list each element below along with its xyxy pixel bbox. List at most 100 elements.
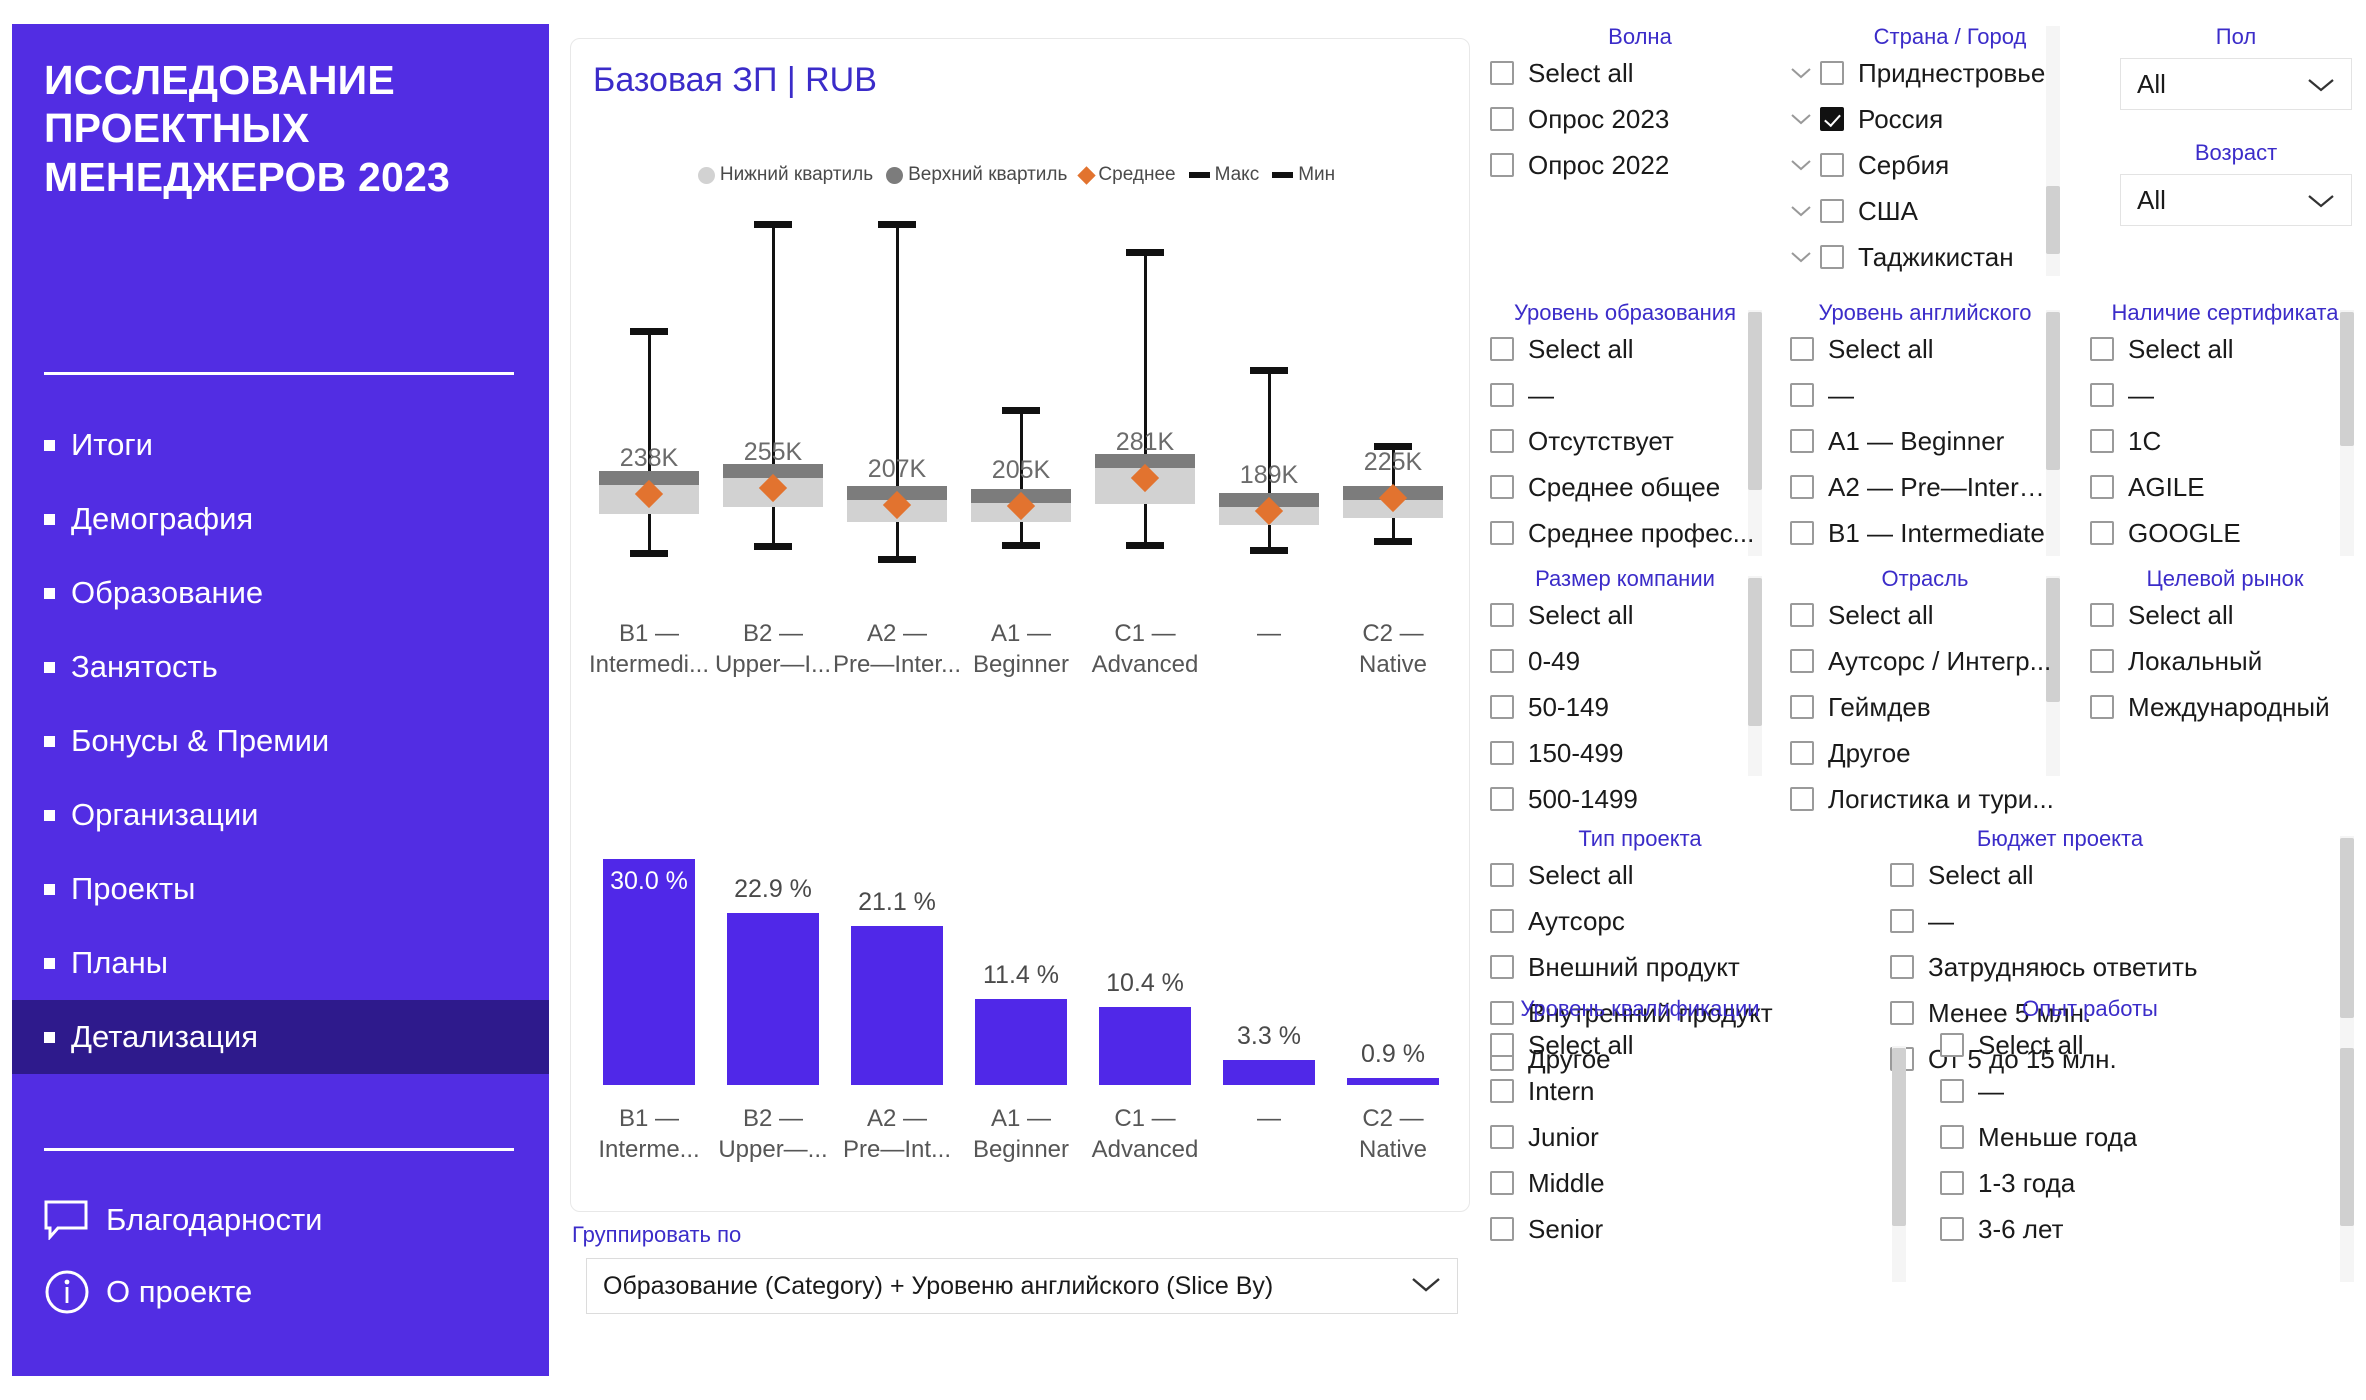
slicer-option-certificate-1[interactable]: Select all [2090,326,2360,372]
checkbox[interactable] [1790,787,1814,811]
checkbox[interactable] [1490,1033,1514,1057]
checkbox[interactable] [1490,649,1514,673]
checkbox[interactable] [1490,863,1514,887]
checkbox[interactable] [1490,603,1514,627]
slicer-option-certificate-4[interactable]: AGILE [2090,464,2360,510]
sidebar-item-8[interactable]: Планы [12,926,549,1000]
gender-dropdown[interactable]: All [2120,58,2352,110]
checkbox[interactable] [1790,603,1814,627]
sidebar-item-4[interactable]: Занятость [12,630,549,704]
chevron-down-icon[interactable] [1790,154,1820,177]
checkbox[interactable] [1490,1171,1514,1195]
checkbox[interactable] [2090,429,2114,453]
checkbox[interactable] [1490,909,1514,933]
sidebar-item-5[interactable]: Бонусы & Премии [12,704,549,778]
slicer-option-country-5[interactable]: Таджикистан [1790,234,2110,280]
slicer-option-english-2[interactable]: — [1790,372,2060,418]
slicer-option-industry-5[interactable]: Логистика и тури... [1790,776,2060,822]
boxplot-column[interactable]: 281K C1 — Advanced [1083,189,1207,849]
checkbox[interactable] [1490,695,1514,719]
slicer-option-education-1[interactable]: Select all [1490,326,1760,372]
legend-item-5[interactable]: Мин [1272,164,1335,186]
checkbox[interactable] [1490,429,1514,453]
checkbox[interactable] [1490,741,1514,765]
slicer-option-education-5[interactable]: Среднее профес... [1490,510,1760,556]
slicer-option-industry-1[interactable]: Select all [1790,592,2060,638]
slicer-option-certificate-5[interactable]: GOOGLE [2090,510,2360,556]
checkbox[interactable] [1890,863,1914,887]
slicer-option-qualification-4[interactable]: Middle [1490,1160,1790,1206]
slicer-option-company_size-2[interactable]: 0-49 [1490,638,1760,684]
checkbox[interactable] [1890,1001,1914,1025]
checkbox[interactable] [2090,337,2114,361]
scrollbar-thumb[interactable] [2340,1048,2354,1226]
checkbox[interactable] [1790,337,1814,361]
slicer-option-english-3[interactable]: A1 — Beginner [1790,418,2060,464]
checkbox[interactable] [2090,475,2114,499]
sidebar-item-6[interactable]: Организации [12,778,549,852]
slicer-option-project_type-3[interactable]: Внешний продукт [1490,944,1790,990]
checkbox[interactable] [1820,199,1844,223]
slicer-option-target_market-2[interactable]: Локальный [2090,638,2360,684]
slicer-option-country-2[interactable]: Россия [1790,96,2110,142]
checkbox[interactable] [2090,603,2114,627]
sidebar-item-acknowledgements[interactable]: Благодарности [34,1184,534,1256]
chevron-down-icon[interactable] [1790,246,1820,269]
checkbox[interactable] [2090,649,2114,673]
checkbox[interactable] [1790,521,1814,545]
sidebar-item-3[interactable]: Образование [12,556,549,630]
sidebar-item-9[interactable]: Детализация [12,1000,549,1074]
checkbox[interactable] [1490,787,1514,811]
checkbox[interactable] [1890,955,1914,979]
slicer-option-certificate-3[interactable]: 1C [2090,418,2360,464]
slicer-option-wave-3[interactable]: Опрос 2022 [1490,142,1790,188]
checkbox[interactable] [1940,1217,1964,1241]
boxplot-column[interactable]: 238K B1 — Intermedi... [587,189,711,849]
checkbox[interactable] [1820,153,1844,177]
distribution-bar-chart[interactable]: 30.0 % B1 — Interme... 22.9 % B2 — Upper—... 2… [587,839,1455,1189]
slicer-option-industry-4[interactable]: Другое [1790,730,2060,776]
boxplot-column[interactable]: 205K A1 — Beginner [959,189,1083,849]
checkbox[interactable] [1940,1033,1964,1057]
slicer-option-company_size-3[interactable]: 50-149 [1490,684,1760,730]
checkbox[interactable] [1490,1217,1514,1241]
checkbox[interactable] [1790,475,1814,499]
sidebar-item-1[interactable]: Итоги [12,408,549,482]
checkbox[interactable] [1790,429,1814,453]
checkbox[interactable] [2090,521,2114,545]
slicer-option-country-4[interactable]: США [1790,188,2110,234]
boxplot-chart[interactable]: 238K B1 — Intermedi... 255K B2 — Upper—I... 20… [587,189,1455,849]
checkbox[interactable] [1490,153,1514,177]
boxplot-column[interactable]: 225K C2 — Native [1331,189,1455,849]
checkbox[interactable] [1790,383,1814,407]
legend-item-4[interactable]: Макс [1188,164,1259,186]
slicer-option-experience-2[interactable]: — [1940,1068,2240,1114]
sidebar-item-2[interactable]: Демография [12,482,549,556]
checkbox[interactable] [1490,1125,1514,1149]
legend-item-1[interactable]: Нижний квартиль [697,164,873,186]
slicer-option-project_budget-2[interactable]: — [1890,898,2230,944]
checkbox[interactable] [1890,909,1914,933]
checkbox[interactable] [1820,61,1844,85]
slicer-option-english-1[interactable]: Select all [1790,326,2060,372]
slicer-option-qualification-2[interactable]: Intern [1490,1068,1790,1114]
checkbox[interactable] [1940,1125,1964,1149]
boxplot-column[interactable]: 189K — [1207,189,1331,849]
checkbox[interactable] [1490,383,1514,407]
checkbox[interactable] [1490,61,1514,85]
bar-column[interactable]: 3.3 % — [1223,1022,1315,1132]
bar-column[interactable]: 21.1 % A2 — Pre—Int... [843,888,951,1163]
scrollbar-thumb[interactable] [2340,838,2354,1018]
slicer-option-qualification-3[interactable]: Junior [1490,1114,1790,1160]
slicer-option-education-2[interactable]: — [1490,372,1760,418]
slicer-option-project_type-1[interactable]: Select all [1490,852,1790,898]
checkbox[interactable] [1490,955,1514,979]
checkbox[interactable] [1820,107,1844,131]
slicer-option-qualification-1[interactable]: Select all [1490,1022,1790,1068]
slicer-option-wave-2[interactable]: Опрос 2023 [1490,96,1790,142]
slicer-option-company_size-4[interactable]: 150-499 [1490,730,1760,776]
slicer-option-industry-2[interactable]: Аутсорс / Интегр... [1790,638,2060,684]
checkbox[interactable] [1490,521,1514,545]
slicer-option-education-4[interactable]: Среднее общее [1490,464,1760,510]
checkbox[interactable] [1940,1171,1964,1195]
